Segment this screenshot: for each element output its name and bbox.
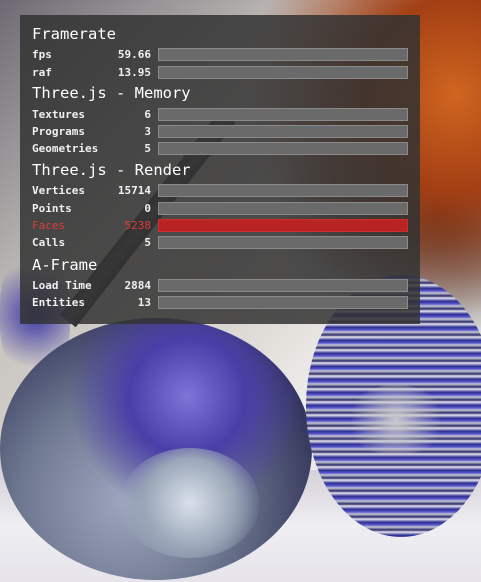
stat-row-load-time: Load Time 2884 xyxy=(20,279,420,293)
stat-value: 6 xyxy=(144,108,151,121)
stat-graph xyxy=(158,184,408,197)
stat-graph xyxy=(158,279,408,292)
stat-row-vertices: Vertices 15714 xyxy=(20,184,420,198)
stat-row-calls: Calls 5 xyxy=(20,236,420,250)
stat-value: 5238 xyxy=(124,219,152,232)
stat-label: raf xyxy=(32,66,52,79)
stat-label: Entities xyxy=(32,296,85,309)
stat-row-points: Points 0 xyxy=(20,202,420,216)
stat-label: Calls xyxy=(32,236,66,249)
section-title-framerate: Framerate xyxy=(32,25,116,43)
stat-label: Programs xyxy=(32,125,85,138)
stat-label: Faces xyxy=(32,219,66,232)
stat-graph xyxy=(158,125,408,138)
stat-value: 13 xyxy=(137,296,151,309)
stat-graph xyxy=(158,48,408,61)
stat-graph xyxy=(158,108,408,121)
stats-panel[interactable]: Framerate fps 59.66 raf 13.95 Three.js -… xyxy=(20,15,420,324)
stat-graph-alarm xyxy=(158,219,408,232)
stat-value: 15714 xyxy=(117,184,151,197)
stat-graph xyxy=(158,142,408,155)
stat-row-programs: Programs 3 xyxy=(20,125,420,139)
stat-graph xyxy=(158,296,408,309)
stat-value: 59.66 xyxy=(117,48,151,61)
stat-value: 3 xyxy=(144,125,151,138)
stat-row-geometries: Geometries 5 xyxy=(20,142,420,156)
section-title-render: Three.js - Render xyxy=(32,161,191,179)
stat-row-textures: Textures 6 xyxy=(20,108,420,122)
stat-label: Load Time xyxy=(32,279,92,292)
stat-value: 0 xyxy=(144,202,151,215)
stat-label: Textures xyxy=(32,108,85,121)
stat-label: fps xyxy=(32,48,52,61)
stat-graph xyxy=(158,236,408,249)
section-title-aframe: A-Frame xyxy=(32,256,98,274)
glass-sphere xyxy=(0,318,312,580)
stat-label: Points xyxy=(32,202,72,215)
stat-row-entities: Entities 13 xyxy=(20,296,420,310)
stat-graph xyxy=(158,66,408,79)
stat-row-fps: fps 59.66 xyxy=(20,48,420,62)
stat-value: 5 xyxy=(144,142,151,155)
stat-row-faces-alarm: Faces 5238 xyxy=(20,219,420,233)
section-title-memory: Three.js - Memory xyxy=(32,84,191,102)
stat-graph xyxy=(158,202,408,215)
stat-label: Vertices xyxy=(32,184,85,197)
stat-row-raf: raf 13.95 xyxy=(20,66,420,80)
stat-value: 5 xyxy=(144,236,151,249)
stat-label: Geometries xyxy=(32,142,99,155)
stat-value: 13.95 xyxy=(117,66,151,79)
stat-value: 2884 xyxy=(124,279,152,292)
